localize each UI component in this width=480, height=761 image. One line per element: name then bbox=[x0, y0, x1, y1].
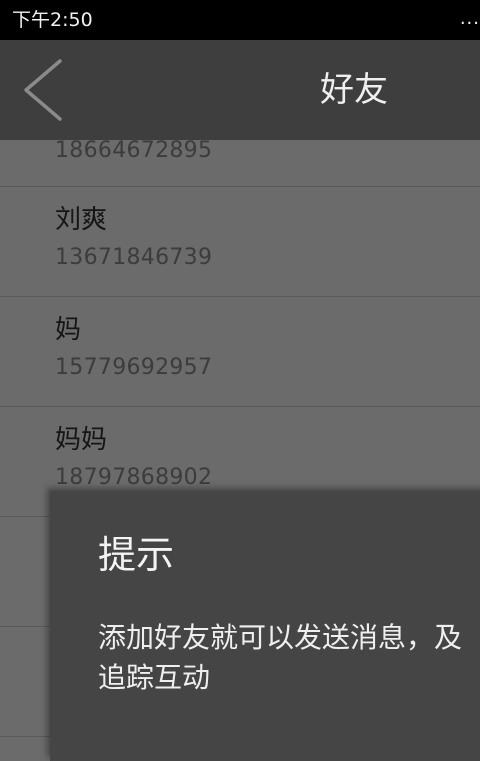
contact-phone: 18797868902 bbox=[55, 465, 213, 490]
chevron-left-icon bbox=[24, 59, 62, 121]
contact-phone: 18664672895 bbox=[55, 140, 213, 163]
app-bar: 好友 bbox=[0, 40, 480, 140]
contact-name: 妈 bbox=[55, 315, 82, 345]
page-title: 好友 bbox=[320, 70, 388, 110]
status-more-icon: ... bbox=[459, 8, 480, 29]
contact-phone: 13671846739 bbox=[55, 245, 213, 270]
status-time: 下午2:50 bbox=[12, 9, 93, 31]
back-button[interactable] bbox=[14, 55, 70, 125]
contact-phone: 15779692957 bbox=[55, 355, 213, 380]
dialog-title: 提示 bbox=[98, 533, 175, 577]
list-item[interactable]: 刘爽 13671846739 bbox=[0, 187, 480, 297]
contact-name: 刘爽 bbox=[55, 205, 108, 235]
prompt-dialog[interactable]: 提示 添加好友就可以发送消息，及追踪互动 bbox=[50, 491, 480, 761]
contact-name: 妈妈 bbox=[55, 425, 108, 455]
dialog-message: 添加好友就可以发送消息，及追踪互动 bbox=[98, 621, 463, 694]
list-item[interactable]: 妈 15779692957 bbox=[0, 297, 480, 407]
list-item[interactable]: 18664672895 bbox=[0, 140, 480, 187]
status-bar: 下午2:50 ... bbox=[0, 0, 480, 40]
